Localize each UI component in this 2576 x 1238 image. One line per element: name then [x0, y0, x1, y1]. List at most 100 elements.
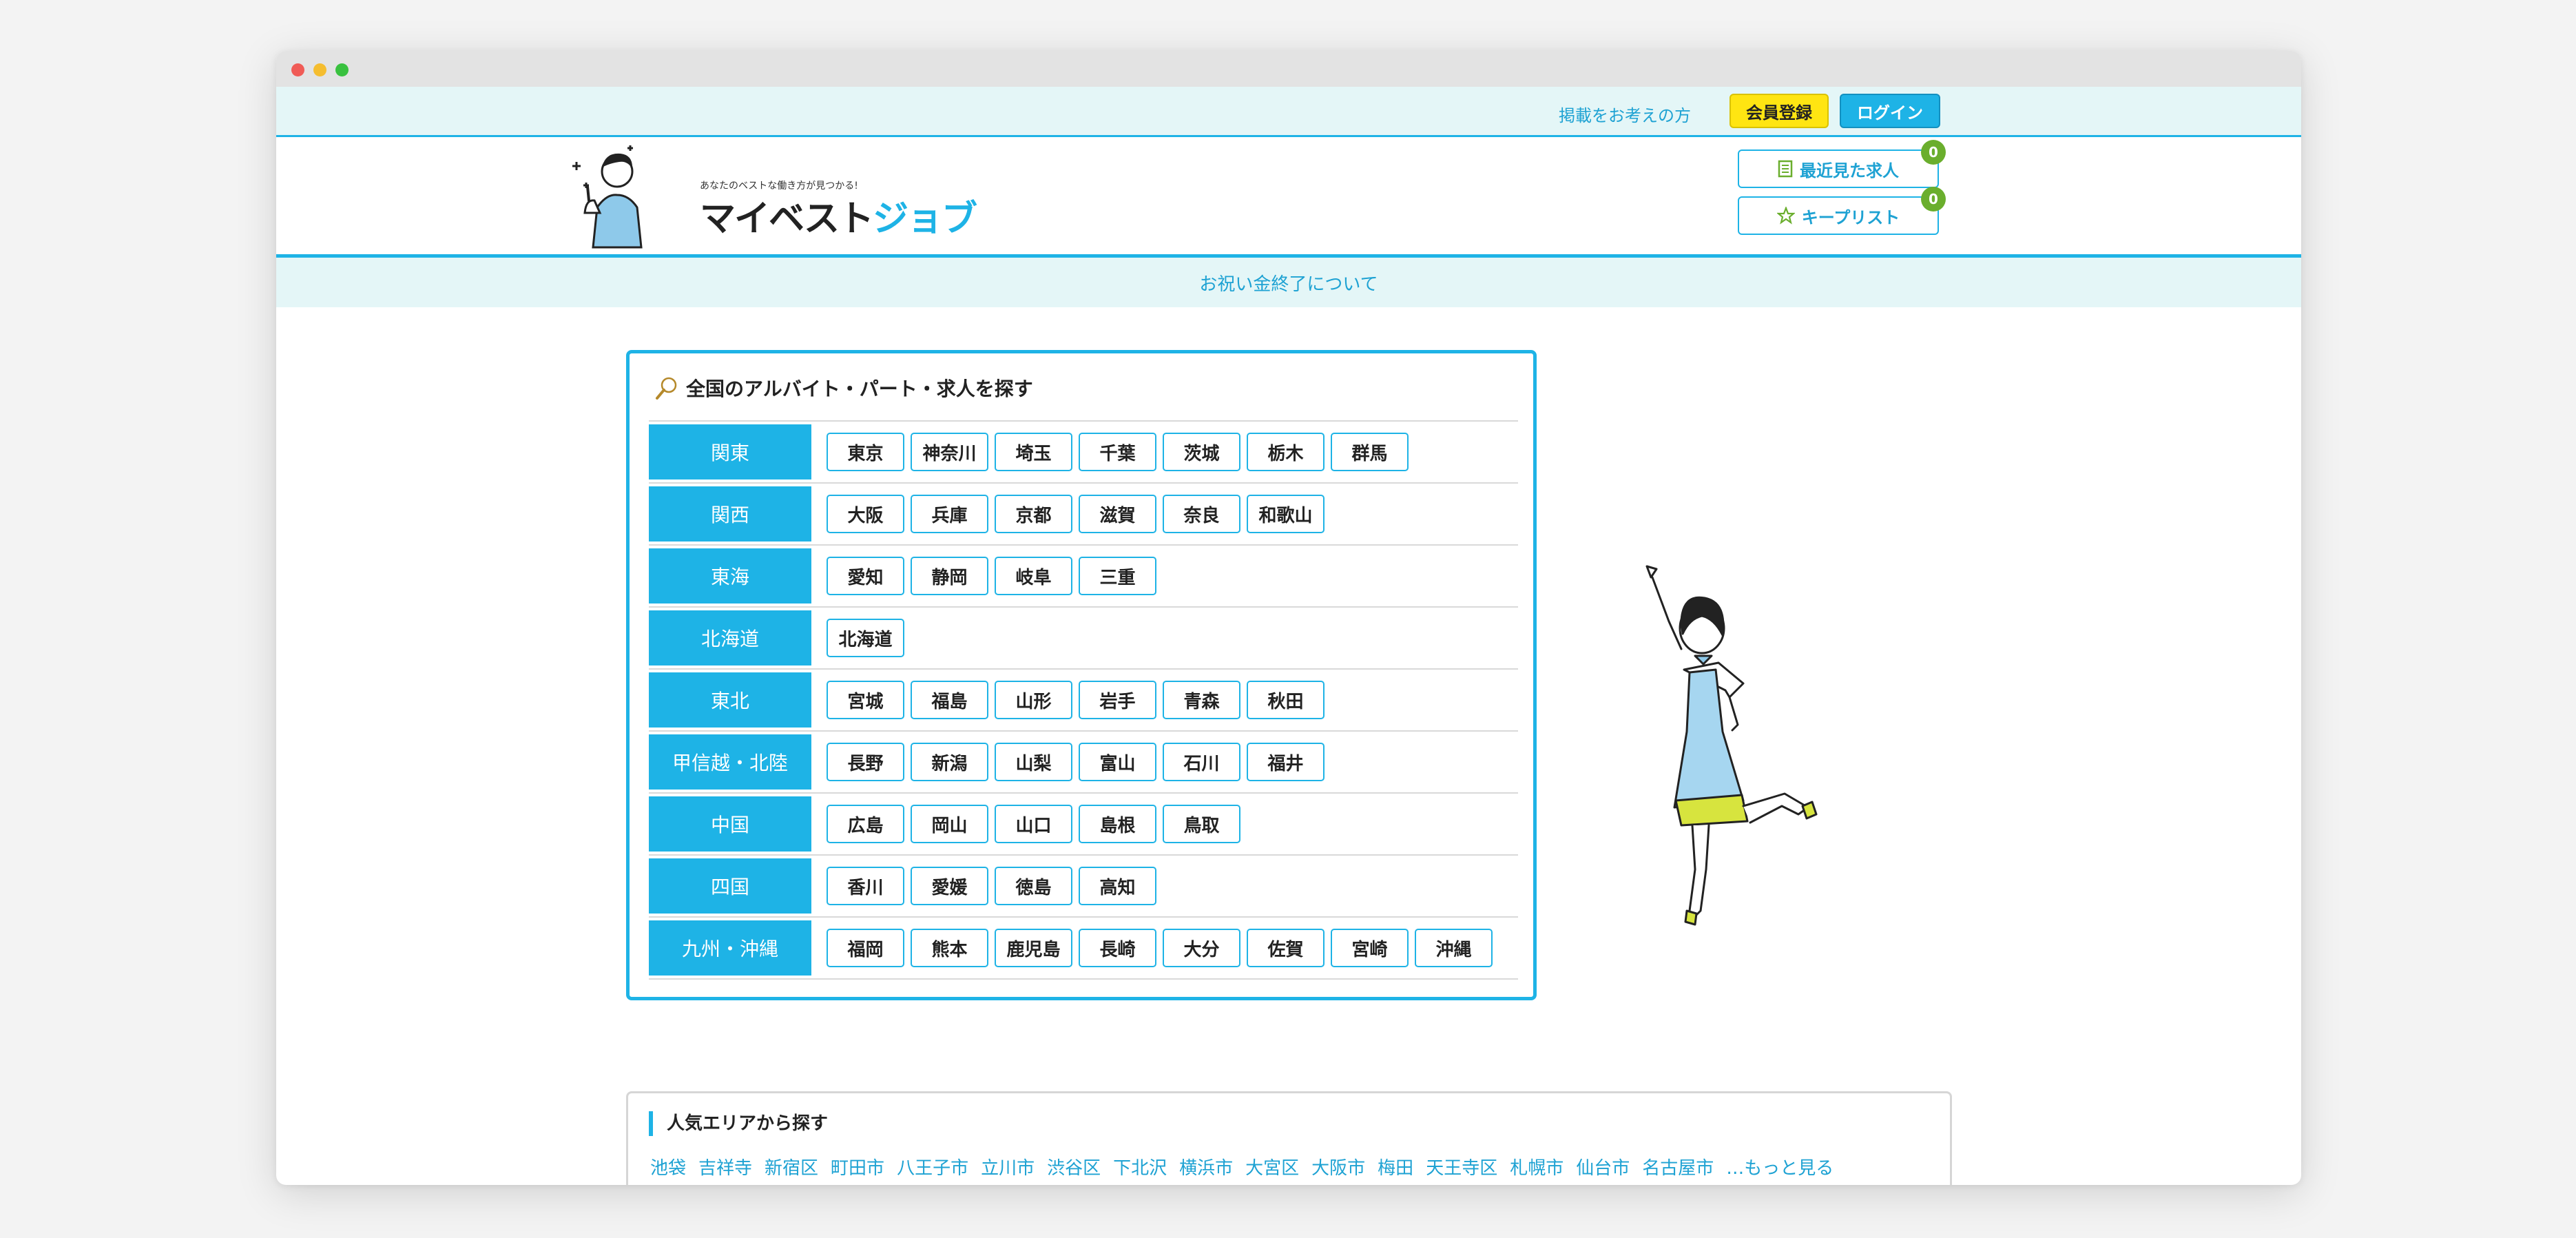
prefecture-button[interactable]: 滋賀: [1079, 495, 1156, 533]
notice-banner[interactable]: お祝い金終了について: [276, 258, 2301, 307]
prefecture-button[interactable]: 石川: [1163, 743, 1240, 781]
prefecture-button[interactable]: 岩手: [1079, 681, 1156, 719]
region-label[interactable]: 東海: [649, 548, 811, 603]
prefecture-button[interactable]: 和歌山: [1247, 495, 1325, 533]
prefecture-button[interactable]: 富山: [1079, 743, 1156, 781]
keep-list-button[interactable]: キープリスト 0: [1738, 187, 1946, 235]
close-window-button[interactable]: [291, 63, 304, 76]
prefecture-button[interactable]: 東京: [827, 433, 904, 471]
prefecture-button[interactable]: 高知: [1079, 867, 1156, 905]
region-label[interactable]: 北海道: [649, 610, 811, 666]
browser-window: 掲載をお考えの方 会員登録 ログイン あなたのベストな働き方が見つかる! マイベ…: [276, 51, 2301, 1185]
region-label[interactable]: 中国: [649, 796, 811, 852]
prefecture-button[interactable]: 長野: [827, 743, 904, 781]
keep-list-count-badge: 0: [1921, 187, 1946, 212]
prefecture-button[interactable]: 鹿児島: [995, 929, 1072, 967]
prefecture-button[interactable]: 大分: [1163, 929, 1240, 967]
prefecture-button[interactable]: 兵庫: [911, 495, 988, 533]
region-label[interactable]: 関東: [649, 424, 811, 479]
site-header: あなたのベストな働き方が見つかる! マイベストジョブ 最近見た求人 0 キープリ…: [276, 137, 2301, 258]
logo-main-text: マイベスト: [700, 198, 874, 240]
prefecture-button[interactable]: 静岡: [911, 557, 988, 595]
region-row: 東北 宮城 福島 山形 岩手 青森 秋田: [649, 670, 1518, 732]
prefecture-button[interactable]: 山梨: [995, 743, 1072, 781]
area-link[interactable]: 仙台市: [1576, 1154, 1630, 1179]
more-areas-link[interactable]: …もっと見る: [1726, 1154, 1834, 1179]
region-label[interactable]: 甲信越・北陸: [649, 734, 811, 790]
logo-accent-text: ジョブ: [873, 198, 977, 240]
area-link[interactable]: 立川市: [981, 1154, 1035, 1179]
prefecture-button[interactable]: 奈良: [1163, 495, 1240, 533]
prefecture-button[interactable]: 三重: [1079, 557, 1156, 595]
region-search-panel: 全国のアルバイト・パート・求人を探す 関東 東京 神奈川 埼玉 千葉 茨城 栃木 群馬関西 大阪…: [626, 350, 1537, 1000]
prefecture-list: 香川 愛媛 徳島 高知: [827, 867, 1156, 905]
prefecture-list: 広島 岡山 山口 島根 鳥取: [827, 805, 1240, 843]
prefecture-button[interactable]: 京都: [995, 495, 1072, 533]
area-link[interactable]: 池袋: [650, 1154, 686, 1179]
prefecture-button[interactable]: 埼玉: [995, 433, 1072, 471]
area-link[interactable]: 大宮区: [1245, 1154, 1299, 1179]
prefecture-button[interactable]: 栃木: [1247, 433, 1325, 471]
prefecture-list: 愛知 静岡 岐阜 三重: [827, 557, 1156, 595]
prefecture-button[interactable]: 広島: [827, 805, 904, 843]
area-link[interactable]: 下北沢: [1113, 1154, 1167, 1179]
prefecture-button[interactable]: 愛知: [827, 557, 904, 595]
popular-areas-title: 人気エリアから探す: [649, 1111, 828, 1136]
prefecture-button[interactable]: 宮城: [827, 681, 904, 719]
prefecture-button[interactable]: 島根: [1079, 805, 1156, 843]
area-link[interactable]: 名古屋市: [1642, 1154, 1714, 1179]
region-label[interactable]: 東北: [649, 672, 811, 728]
advertiser-link[interactable]: 掲載をお考えの方: [1559, 102, 1691, 126]
prefecture-button[interactable]: 福島: [911, 681, 988, 719]
notice-text[interactable]: お祝い金終了について: [1199, 270, 1378, 296]
prefecture-button[interactable]: 新潟: [911, 743, 988, 781]
register-button[interactable]: 会員登録: [1730, 94, 1829, 128]
area-link[interactable]: 新宿区: [765, 1154, 818, 1179]
maximize-window-button[interactable]: [335, 63, 349, 76]
logo-wordmark: マイベストジョブ: [700, 189, 977, 241]
prefecture-button[interactable]: 群馬: [1331, 433, 1409, 471]
window-titlebar: [276, 51, 2301, 87]
login-button[interactable]: ログイン: [1840, 94, 1940, 128]
area-link[interactable]: 横浜市: [1179, 1154, 1233, 1179]
recently-viewed-count-badge: 0: [1921, 140, 1946, 165]
area-link[interactable]: 天王寺区: [1426, 1154, 1497, 1179]
search-title-text: 全国のアルバイト・パート・求人を探す: [686, 378, 1033, 400]
region-label[interactable]: 関西: [649, 486, 811, 541]
prefecture-button[interactable]: 福井: [1247, 743, 1325, 781]
area-link[interactable]: 大阪市: [1311, 1154, 1365, 1179]
minimize-window-button[interactable]: [313, 63, 326, 76]
prefecture-button[interactable]: 香川: [827, 867, 904, 905]
prefecture-button[interactable]: 茨城: [1163, 433, 1240, 471]
prefecture-button[interactable]: 千葉: [1079, 433, 1156, 471]
area-link[interactable]: 吉祥寺: [698, 1154, 752, 1179]
area-link[interactable]: 札幌市: [1510, 1154, 1564, 1179]
area-link[interactable]: 梅田: [1378, 1154, 1413, 1179]
prefecture-button[interactable]: 鳥取: [1163, 805, 1240, 843]
prefecture-button[interactable]: 宮崎: [1331, 929, 1409, 967]
prefecture-button[interactable]: 神奈川: [911, 433, 988, 471]
area-link[interactable]: 八王子市: [897, 1154, 968, 1179]
prefecture-button[interactable]: 大阪: [827, 495, 904, 533]
prefecture-button[interactable]: 沖縄: [1415, 929, 1493, 967]
prefecture-button[interactable]: 青森: [1163, 681, 1240, 719]
area-link[interactable]: 渋谷区: [1047, 1154, 1101, 1179]
prefecture-button[interactable]: 山形: [995, 681, 1072, 719]
area-link[interactable]: 町田市: [831, 1154, 884, 1179]
prefecture-button[interactable]: 熊本: [911, 929, 988, 967]
prefecture-button[interactable]: 長崎: [1079, 929, 1156, 967]
prefecture-button[interactable]: 山口: [995, 805, 1072, 843]
prefecture-button[interactable]: 北海道: [827, 619, 904, 657]
prefecture-button[interactable]: 福岡: [827, 929, 904, 967]
prefecture-button[interactable]: 徳島: [995, 867, 1072, 905]
prefecture-button[interactable]: 愛媛: [911, 867, 988, 905]
prefecture-button[interactable]: 岐阜: [995, 557, 1072, 595]
region-table: 関東 東京 神奈川 埼玉 千葉 茨城 栃木 群馬関西 大阪 兵庫 京都 滋賀 奈良 和歌山東海 愛知 静岡 岐阜…: [649, 420, 1518, 980]
prefecture-button[interactable]: 岡山: [911, 805, 988, 843]
region-label[interactable]: 九州・沖縄: [649, 920, 811, 976]
site-logo[interactable]: あなたのベストな働き方が見つかる! マイベストジョブ: [565, 144, 977, 254]
recently-viewed-button[interactable]: 最近見た求人 0: [1738, 140, 1946, 188]
prefecture-button[interactable]: 佐賀: [1247, 929, 1325, 967]
prefecture-button[interactable]: 秋田: [1247, 681, 1325, 719]
region-label[interactable]: 四国: [649, 858, 811, 914]
